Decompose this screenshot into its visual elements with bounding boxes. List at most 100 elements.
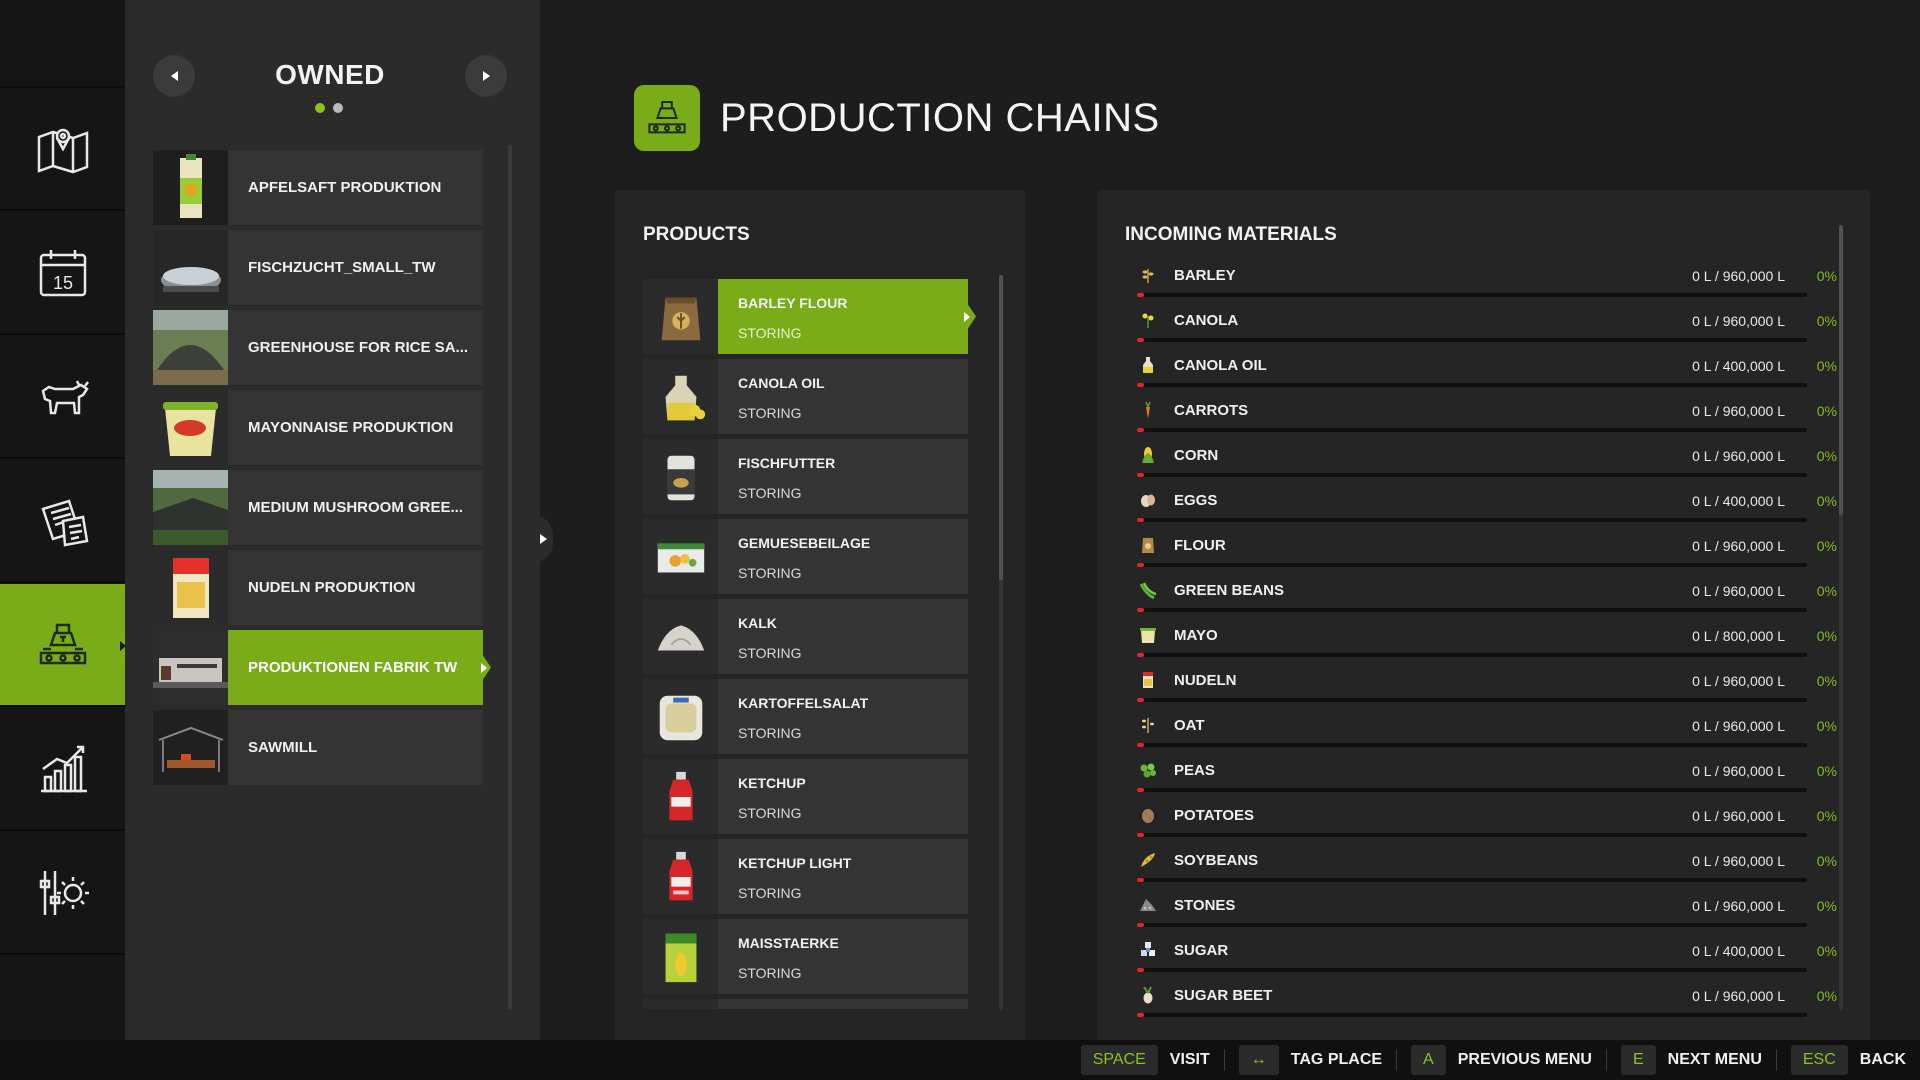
owned-item-fischzucht[interactable]: FISCHZUCHT_SMALL_TW (153, 230, 483, 305)
incoming-row-carrots: CARROTS 0 L / 960,000 L 0% (1137, 397, 1837, 442)
material-amount: 0 L / 960,000 L (1692, 853, 1785, 869)
fish-food-icon (643, 439, 718, 514)
thumbnail-apple-juice (153, 150, 228, 225)
thumbnail-noodles (153, 550, 228, 625)
incoming-scrollbar-thumb[interactable] (1839, 225, 1843, 515)
hint-previous-menu[interactable]: A PREVIOUS MENU (1411, 1045, 1592, 1075)
hint-back[interactable]: ESC BACK (1790, 1045, 1906, 1075)
product-status: STORING (738, 565, 802, 581)
fill-level-bar (1137, 293, 1807, 297)
barley-flour-icon (643, 279, 718, 354)
product-name: KETCHUP (738, 775, 806, 791)
fill-level (1137, 338, 1144, 342)
lime-icon (643, 599, 718, 674)
product-item-maisstaerke[interactable]: MAISSTAERKE STORING (643, 919, 968, 994)
owned-item-sawmill[interactable]: SAWMILL (153, 710, 483, 785)
product-item-barley-flour[interactable]: BARLEY FLOUR STORING (643, 279, 976, 354)
material-percent: 0% (1816, 628, 1837, 644)
production-chains-screen: 15 OWNED APFELSAFT PRODUKTION FISCHZUCHT… (0, 0, 1920, 1080)
rail-spacer (0, 0, 125, 88)
product-item-fischfutter[interactable]: FISCHFUTTER STORING (643, 439, 968, 514)
material-name: CARROTS (1174, 402, 1249, 419)
material-percent: 0% (1816, 898, 1837, 914)
fill-level-bar (1137, 1013, 1807, 1017)
fill-level (1137, 608, 1144, 612)
material-amount: 0 L / 960,000 L (1692, 538, 1785, 554)
fill-level-bar (1137, 653, 1807, 657)
fill-level (1137, 698, 1144, 702)
fill-level (1137, 743, 1144, 747)
products-title: PRODUCTS (643, 224, 750, 245)
fill-level (1137, 968, 1144, 972)
product-status: STORING (738, 965, 802, 981)
fill-level-bar (1137, 923, 1807, 927)
incoming-scrollbar[interactable] (1839, 225, 1843, 1010)
rail-item-calendar[interactable]: 15 (0, 212, 125, 335)
page-dot-2[interactable] (333, 103, 343, 113)
owned-item-greenhouse-rice[interactable]: GREENHOUSE FOR RICE SA... (153, 310, 483, 385)
material-amount: 0 L / 960,000 L (1692, 718, 1785, 734)
rail-item-statistics[interactable] (0, 708, 125, 831)
fill-level-bar (1137, 518, 1807, 522)
owned-scrollbar[interactable] (508, 145, 512, 1010)
owned-item-mushroom-greenhouse[interactable]: MEDIUM MUSHROOM GREE... (153, 470, 483, 545)
animals-icon (41, 379, 89, 414)
rail-item-animals[interactable] (0, 336, 125, 459)
input-hints-bar: SPACE VISIT ↔ TAG PLACE A PREVIOUS MENU … (0, 1040, 1920, 1080)
owned-item-label: SAWMILL (248, 739, 318, 756)
rail-item-contracts[interactable] (0, 460, 125, 583)
potato-icon (1137, 804, 1159, 826)
page-dot-1[interactable] (315, 103, 325, 113)
material-percent: 0% (1816, 943, 1837, 959)
owned-item-label: APFELSAFT PRODUKTION (248, 179, 442, 196)
map-icon (37, 128, 88, 173)
previous-page-button[interactable] (153, 55, 195, 97)
products-scrollbar-thumb[interactable] (999, 275, 1003, 580)
owned-item-mayonnaise[interactable]: MAYONNAISE PRODUKTION (153, 390, 483, 465)
noodles-icon (1137, 669, 1159, 691)
product-status: STORING (738, 405, 802, 421)
product-item-gemuesebeilage[interactable]: GEMUESEBEILAGE STORING (643, 519, 968, 594)
calendar-icon: 15 (39, 249, 86, 296)
ketchup-light-icon (643, 839, 718, 914)
owned-item-produktionen-fabrik[interactable]: PRODUKTIONEN FABRIK TW (153, 630, 491, 705)
rail-item-settings[interactable] (0, 832, 125, 955)
products-panel: PRODUCTS BARLEY FLOUR STORING CANOLA OIL… (615, 190, 1025, 1040)
incoming-row-corn: CORN 0 L / 960,000 L 0% (1137, 442, 1837, 487)
thumbnail-greenhouse (153, 310, 228, 385)
ketchup-icon (643, 759, 718, 834)
product-item-ketchup-light[interactable]: KETCHUP LIGHT STORING (643, 839, 968, 914)
material-percent: 0% (1816, 493, 1837, 509)
incoming-row-stones: STONES 0 L / 960,000 L 0% (1137, 892, 1837, 937)
soybean-icon (1137, 849, 1159, 871)
material-name: BARLEY (1174, 267, 1236, 284)
material-name: FLOUR (1174, 537, 1226, 554)
owned-item-nudeln[interactable]: NUDELN PRODUKTION (153, 550, 483, 625)
material-amount: 0 L / 400,000 L (1692, 493, 1785, 509)
product-status: STORING (738, 725, 802, 741)
material-amount: 0 L / 960,000 L (1692, 313, 1785, 329)
hint-next-menu[interactable]: E NEXT MENU (1620, 1045, 1762, 1075)
incoming-row-mayo: MAYO 0 L / 800,000 L 0% (1137, 622, 1837, 667)
owned-item-apfelsaft[interactable]: APFELSAFT PRODUKTION (153, 150, 483, 225)
next-page-button[interactable] (465, 55, 507, 97)
incoming-row-flour: FLOUR 0 L / 960,000 L 0% (1137, 532, 1837, 577)
production-icon (39, 623, 86, 664)
input-hints: SPACE VISIT ↔ TAG PLACE A PREVIOUS MENU … (1067, 1045, 1906, 1075)
product-item-kartoffelsalat[interactable]: KARTOFFELSALAT STORING (643, 679, 968, 754)
material-amount: 0 L / 960,000 L (1692, 403, 1785, 419)
owned-list: APFELSAFT PRODUKTION FISCHZUCHT_SMALL_TW… (153, 150, 609, 790)
settings-icon (39, 870, 89, 915)
products-scrollbar[interactable] (999, 275, 1003, 1010)
hint-visit[interactable]: SPACE VISIT (1080, 1045, 1210, 1075)
hint-tag-place[interactable]: ↔ TAG PLACE (1238, 1045, 1382, 1075)
canola-icon (1137, 309, 1159, 331)
rail-item-production[interactable] (0, 584, 126, 707)
product-item-kalk[interactable]: KALK STORING (643, 599, 968, 674)
product-item-ketchup[interactable]: KETCHUP STORING (643, 759, 968, 834)
material-percent: 0% (1816, 583, 1837, 599)
product-item-canola-oil[interactable]: CANOLA OIL STORING (643, 359, 968, 434)
fill-level (1137, 1013, 1144, 1017)
rail-item-map[interactable] (0, 88, 125, 211)
product-item-partial[interactable] (643, 999, 968, 1009)
